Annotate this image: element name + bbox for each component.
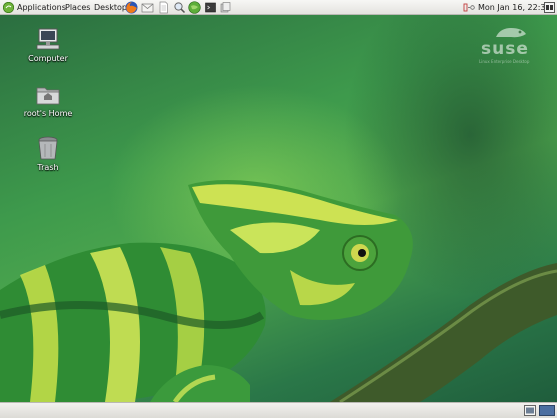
files-icon[interactable] (219, 1, 232, 14)
user-switcher-icon[interactable] (544, 2, 555, 13)
network-icon[interactable] (463, 2, 475, 13)
desktop-icon-label: Computer (28, 54, 68, 63)
desktop-icon-label: root's Home (23, 109, 73, 118)
top-panel: Applications Places Desktop Mon Jan 16, … (0, 0, 557, 15)
menu-applications[interactable]: Applications (17, 2, 66, 13)
desktop-icon-label: Trash (37, 163, 59, 172)
desktop[interactable]: Computer root's Home Trash suse Linux En… (0, 15, 557, 402)
desktop-icon-trash[interactable]: Trash (13, 135, 83, 173)
bottom-panel (0, 402, 557, 418)
brand-tagline: Linux Enterprise Desktop (479, 59, 530, 64)
clock[interactable]: Mon Jan 16, 22:34 (478, 2, 551, 13)
brand-logo: suse (481, 39, 529, 59)
document-icon[interactable] (157, 1, 170, 14)
menu-places[interactable]: Places (65, 2, 90, 13)
trash-icon (38, 136, 58, 160)
desktop-icon-computer[interactable]: Computer (13, 26, 83, 64)
computer-icon (36, 28, 60, 50)
chameleon-wallpaper (0, 180, 557, 402)
search-icon[interactable] (173, 1, 186, 14)
desktop-icon-home[interactable]: root's Home (13, 81, 83, 119)
show-desktop-icon[interactable] (524, 405, 536, 416)
menu-desktop[interactable]: Desktop (94, 2, 127, 13)
globe-icon[interactable] (188, 1, 201, 14)
terminal-icon[interactable] (204, 1, 217, 14)
home-folder-icon (36, 87, 60, 105)
mail-icon[interactable] (141, 1, 154, 14)
suse-logo-icon[interactable] (3, 2, 14, 13)
firefox-icon[interactable] (125, 1, 138, 14)
workspace-switcher[interactable] (539, 405, 555, 416)
